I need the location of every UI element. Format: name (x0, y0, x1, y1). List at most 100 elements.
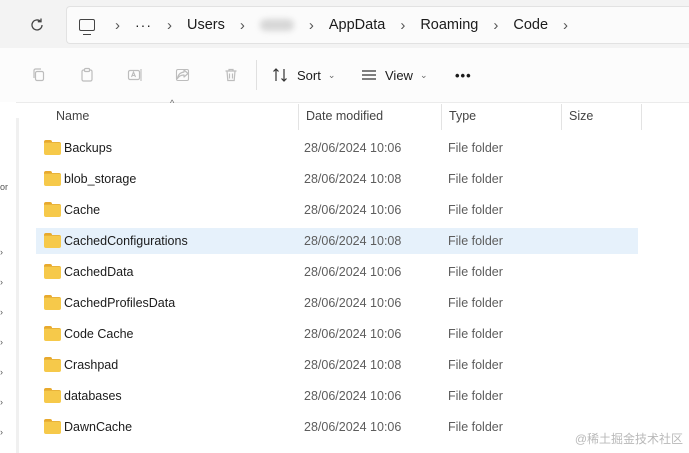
column-header-date[interactable]: Date modified (298, 102, 441, 130)
chevron-right-icon[interactable]: › (400, 17, 405, 34)
file-date: 28/06/2024 10:06 (304, 203, 402, 217)
folder-icon (44, 140, 61, 155)
nav-expander-icon[interactable]: › (0, 307, 3, 317)
more-options-button[interactable]: ••• (455, 64, 472, 86)
folder-icon (44, 419, 61, 434)
folder-icon (44, 295, 61, 310)
file-date: 28/06/2024 10:06 (304, 265, 402, 279)
view-icon (362, 70, 376, 80)
file-type: File folder (448, 296, 503, 310)
file-type: File folder (448, 389, 503, 403)
file-row-dawncache[interactable]: DawnCache 28/06/2024 10:06 File folder (36, 414, 638, 440)
chevron-right-icon[interactable]: › (563, 17, 568, 34)
file-row-cacheddata[interactable]: CachedData 28/06/2024 10:06 File folder (36, 259, 638, 285)
file-row-code-cache[interactable]: Code Cache 28/06/2024 10:06 File folder (36, 321, 638, 347)
breadcrumb-users[interactable]: Users (187, 17, 225, 33)
chevron-down-icon: ⌄ (419, 69, 428, 80)
nav-expander-icon[interactable]: › (0, 337, 3, 347)
file-name: CachedConfigurations (64, 234, 188, 248)
file-type: File folder (448, 358, 503, 372)
sort-icon (273, 68, 287, 82)
column-header-name[interactable]: Name (48, 102, 298, 130)
breadcrumb-redacted-username[interactable] (259, 19, 294, 31)
folder-icon (44, 357, 61, 372)
file-type: File folder (448, 265, 503, 279)
folder-icon (44, 388, 61, 403)
nav-pane-label-fragment: or (0, 182, 9, 192)
watermark: @稀土掘金技术社区 (574, 432, 683, 446)
file-date: 28/06/2024 10:06 (304, 389, 402, 403)
rename-icon[interactable] (124, 64, 146, 86)
chevron-right-icon[interactable]: › (493, 17, 498, 34)
breadcrumb-code[interactable]: Code (513, 17, 548, 33)
navigation-pane[interactable]: or › › › › › › › (0, 102, 16, 453)
file-name: blob_storage (64, 172, 137, 186)
delete-icon[interactable] (220, 64, 242, 86)
column-header-type[interactable]: Type (441, 102, 561, 130)
toolbar-divider (256, 60, 257, 90)
nav-expander-icon[interactable]: › (0, 427, 3, 437)
column-header-size[interactable]: Size (561, 102, 641, 130)
column-divider[interactable] (641, 104, 642, 130)
file-name: Code Cache (64, 327, 134, 341)
share-icon[interactable] (172, 64, 194, 86)
folder-icon (44, 264, 61, 279)
file-type: File folder (448, 203, 503, 217)
nav-expander-icon[interactable]: › (0, 247, 3, 257)
command-bar: Sort ⌄ View ⌄ ••• (0, 48, 689, 103)
breadcrumb: › ··· › Users › › AppData › Roaming › Co… (79, 7, 583, 43)
file-name: CachedProfilesData (64, 296, 176, 310)
file-name: databases (64, 389, 122, 403)
sort-label: Sort (297, 67, 321, 83)
chevron-right-icon[interactable]: › (309, 17, 314, 34)
file-name: DawnCache (64, 420, 133, 434)
chevron-right-icon[interactable]: › (240, 17, 245, 34)
file-row-blob-storage[interactable]: blob_storage 28/06/2024 10:08 File folde… (36, 166, 638, 192)
folder-icon (44, 171, 61, 186)
file-date: 28/06/2024 10:06 (304, 141, 402, 155)
nav-expander-icon[interactable]: › (0, 367, 3, 377)
file-row-cache[interactable]: Cache 28/06/2024 10:06 File folder (36, 197, 638, 223)
breadcrumb-roaming[interactable]: Roaming (420, 17, 478, 33)
file-date: 28/06/2024 10:06 (304, 296, 402, 310)
view-button[interactable]: View ⌄ (360, 64, 428, 86)
nav-expander-icon[interactable]: › (0, 277, 3, 287)
address-bar-area: › ··· › Users › › AppData › Roaming › Co… (0, 0, 689, 49)
chevron-down-icon: ⌄ (327, 69, 336, 80)
file-row-cachedconfigurations[interactable]: CachedConfigurations 28/06/2024 10:08 Fi… (36, 228, 638, 254)
nav-pane-scrollbar[interactable] (16, 118, 19, 453)
file-name: CachedData (64, 265, 134, 279)
column-header-row: ^ Name Date modified Type Size (22, 98, 689, 130)
folder-icon (44, 233, 61, 248)
copy-icon[interactable] (28, 64, 50, 86)
file-date: 28/06/2024 10:06 (304, 327, 402, 341)
folder-icon (44, 326, 61, 341)
view-label: View (385, 67, 413, 83)
file-date: 28/06/2024 10:06 (304, 420, 402, 434)
file-type: File folder (448, 327, 503, 341)
more-crumbs-button[interactable]: ··· (135, 17, 152, 33)
file-name: Cache (64, 203, 101, 217)
address-field[interactable]: › ··· › Users › › AppData › Roaming › Co… (66, 6, 689, 44)
file-date: 28/06/2024 10:08 (304, 358, 402, 372)
refresh-icon[interactable] (24, 12, 50, 38)
chevron-right-icon[interactable]: › (115, 17, 120, 34)
file-row-databases[interactable]: databases 28/06/2024 10:06 File folder (36, 383, 638, 409)
file-type: File folder (448, 420, 503, 434)
folder-icon (44, 202, 61, 217)
file-row-cachedprofilesdata[interactable]: CachedProfilesData 28/06/2024 10:06 File… (36, 290, 638, 316)
file-name: Backups (64, 141, 112, 155)
sort-button[interactable]: Sort ⌄ (272, 64, 335, 86)
file-type: File folder (448, 172, 503, 186)
file-type: File folder (448, 234, 503, 248)
file-date: 28/06/2024 10:08 (304, 234, 402, 248)
nav-expander-icon[interactable]: › (0, 397, 3, 407)
this-pc-icon[interactable] (79, 19, 95, 35)
paste-icon[interactable] (76, 64, 98, 86)
file-date: 28/06/2024 10:08 (304, 172, 402, 186)
file-row-crashpad[interactable]: Crashpad 28/06/2024 10:08 File folder (36, 352, 638, 378)
chevron-right-icon[interactable]: › (167, 17, 172, 34)
breadcrumb-appdata[interactable]: AppData (329, 17, 385, 33)
file-row-backups[interactable]: Backups 28/06/2024 10:06 File folder (36, 135, 638, 161)
file-name: Crashpad (64, 358, 119, 372)
